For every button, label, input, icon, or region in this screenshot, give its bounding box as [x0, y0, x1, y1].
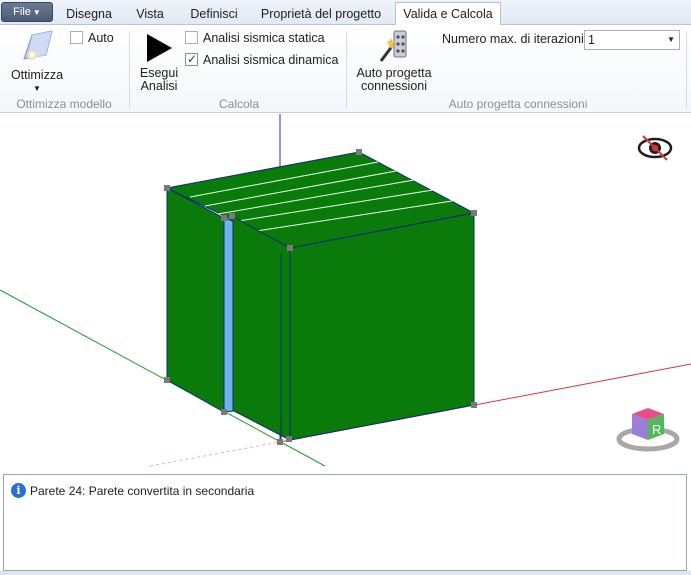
analisi-statica-label: Analisi sismica statica: [203, 31, 325, 45]
analisi-statica-checkbox[interactable]: [185, 31, 198, 44]
tab-valida-calcola[interactable]: Valida e Calcola: [395, 2, 501, 26]
node-marker[interactable]: [277, 439, 283, 445]
scene-canvas[interactable]: R: [0, 114, 691, 468]
tab-proprieta-progetto[interactable]: Proprietà del progetto: [252, 4, 390, 25]
info-icon: i: [11, 483, 26, 498]
file-menu-label: File: [13, 6, 31, 18]
node-marker[interactable]: [356, 149, 362, 155]
node-marker[interactable]: [221, 409, 227, 415]
group-separator: [129, 31, 130, 109]
visibility-toggle-icon[interactable]: [637, 135, 673, 161]
node-marker[interactable]: [221, 215, 227, 221]
checkmark-icon: ✓: [187, 52, 198, 66]
analisi-dinamica-label: Analisi sismica dinamica: [203, 53, 339, 67]
auto-checkbox[interactable]: [70, 31, 83, 44]
node-marker[interactable]: [229, 213, 235, 219]
ottimizza-label: Ottimizza: [10, 68, 64, 82]
iterazioni-label: Numero max. di iterazioni: [442, 32, 584, 46]
wall-left[interactable]: [166, 187, 225, 413]
axis-x-negative-line: [149, 441, 281, 467]
ribbon-tab-strip: File ▼ Disegna Vista Definisci Proprietà …: [0, 0, 691, 26]
chevron-down-icon: ▼: [667, 35, 675, 44]
navigation-cube-icon[interactable]: R: [616, 408, 680, 452]
nav-cube-label: R: [652, 422, 661, 437]
connection-wand-icon: [379, 30, 407, 62]
esegui-analisi-button[interactable]: Esegui Analisi: [136, 29, 182, 93]
ribbon-panel: Ottimizza ▼ Auto Ottimizza modello Esegu…: [0, 25, 691, 113]
application-window: File ▼ Disegna Vista Definisci Proprietà …: [0, 0, 691, 575]
auto-label: Auto: [88, 31, 114, 45]
tab-vista[interactable]: Vista: [124, 4, 176, 25]
connessioni-label: connessioni: [360, 79, 427, 93]
3d-viewport[interactable]: R: [0, 114, 691, 468]
node-marker[interactable]: [286, 436, 292, 442]
play-icon: [147, 34, 172, 62]
node-marker[interactable]: [471, 402, 477, 408]
group-separator: [686, 31, 687, 109]
iterazioni-dropdown[interactable]: 1 ▼: [584, 30, 680, 50]
group-separator: [346, 31, 347, 109]
group-label-calcola: Calcola: [218, 97, 260, 111]
chevron-down-icon: ▼: [33, 84, 41, 93]
file-menu-button[interactable]: File ▼: [1, 2, 53, 22]
node-marker[interactable]: [471, 210, 477, 216]
optimize-icon: [23, 30, 53, 60]
analisi-label: Analisi: [140, 79, 178, 93]
ottimizza-button[interactable]: Ottimizza ▼: [6, 29, 68, 93]
group-label-connessioni: Auto progetta connessioni: [448, 97, 588, 111]
wall-front[interactable]: [289, 212, 475, 441]
column-blue[interactable]: [223, 217, 234, 413]
status-strip: [0, 571, 691, 575]
group-label-ottimizza: Ottimizza modello: [16, 97, 112, 111]
node-marker[interactable]: [164, 185, 170, 191]
node-marker[interactable]: [287, 245, 293, 251]
node-marker[interactable]: [164, 377, 170, 383]
tab-definisci[interactable]: Definisci: [180, 4, 248, 25]
message-panel: i Parete 24: Parete convertita in second…: [3, 474, 687, 571]
message-text: Parete 24: Parete convertita in secondar…: [30, 484, 255, 498]
tab-disegna[interactable]: Disegna: [58, 4, 120, 25]
iterazioni-value: 1: [588, 33, 595, 47]
analisi-dinamica-checkbox[interactable]: ✓: [185, 52, 198, 66]
auto-progetta-connessioni-button[interactable]: Auto progetta connessioni: [354, 29, 434, 93]
chevron-down-icon: ▼: [32, 8, 41, 17]
